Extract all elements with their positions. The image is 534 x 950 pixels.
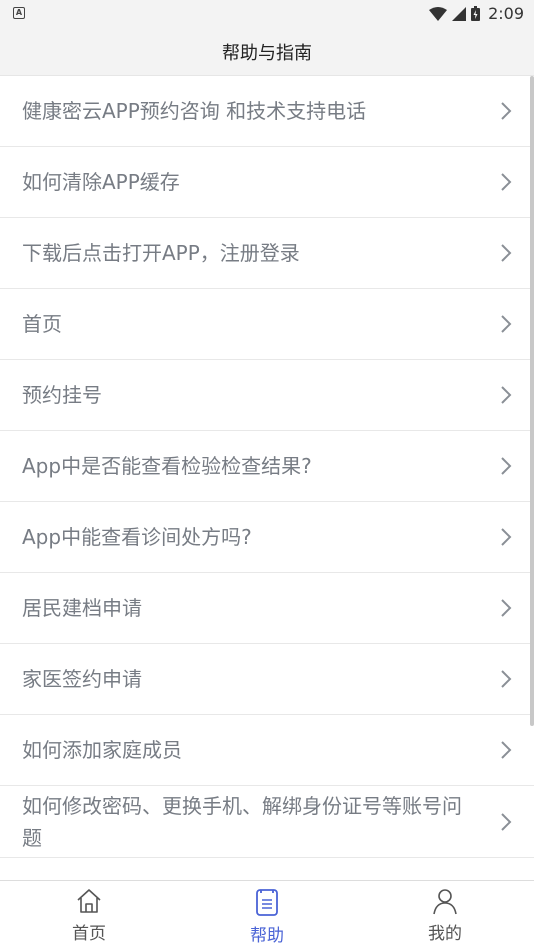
tab-mine[interactable]: 我的 — [356, 881, 534, 950]
chevron-right-icon — [498, 100, 514, 122]
page-title: 帮助与指南 — [222, 42, 312, 64]
chevron-right-icon — [498, 526, 514, 548]
tab-home[interactable]: 首页 — [0, 881, 178, 950]
chevron-right-icon — [498, 597, 514, 619]
chevron-right-icon — [498, 455, 514, 477]
chevron-right-icon — [498, 739, 514, 761]
list-item-label: App中能查看诊间处方吗? — [22, 525, 252, 549]
tab-help[interactable]: 帮助 — [178, 881, 356, 950]
battery-icon — [471, 6, 481, 21]
chevron-right-icon — [498, 384, 514, 406]
list-item-label: 居民建档申请 — [22, 596, 142, 620]
scrollbar[interactable] — [530, 76, 534, 726]
list-item-label: 下载后点击打开APP，注册登录 — [22, 241, 300, 265]
list-item[interactable]: 如何添加家庭成员 — [0, 715, 534, 786]
list-item[interactable]: App中能查看诊间处方吗? — [0, 502, 534, 573]
list-item[interactable]: App中是否能查看检验检查结果? — [0, 431, 534, 502]
list-item-label: 家医签约申请 — [22, 667, 142, 691]
tab-label: 首页 — [72, 924, 106, 944]
list-item[interactable]: 居民建档申请 — [0, 573, 534, 644]
tab-label: 帮助 — [250, 926, 284, 946]
list-item[interactable]: 预约挂号 — [0, 360, 534, 431]
signal-icon — [452, 6, 467, 21]
bottom-tab-bar: 首页 帮助 我的 — [0, 880, 534, 950]
chevron-right-icon — [498, 811, 514, 833]
list-item[interactable]: 家医签约申请 — [0, 644, 534, 715]
user-icon — [433, 889, 457, 915]
list-item-label: 健康密云APP预约咨询 和技术支持电话 — [22, 99, 367, 123]
list-item[interactable]: 健康密云APP预约咨询 和技术支持电话 — [0, 76, 534, 147]
list-item-label: App中是否能查看检验检查结果? — [22, 454, 312, 478]
help-list: 健康密云APP预约咨询 和技术支持电话 如何清除APP缓存 下载后点击打开APP… — [0, 76, 534, 858]
document-icon — [256, 889, 278, 916]
list-item-label: 首页 — [22, 312, 62, 336]
status-icons: 2:09 — [429, 4, 524, 23]
notification-a-icon: A — [13, 7, 25, 19]
clock: 2:09 — [488, 4, 524, 23]
list-item-label: 如何修改密码、更换手机、解绑身份证号等账号问题 — [22, 793, 462, 850]
list-item[interactable]: 下载后点击打开APP，注册登录 — [0, 218, 534, 289]
list-item[interactable]: 如何修改密码、更换手机、解绑身份证号等账号问题 — [0, 786, 534, 858]
list-item[interactable]: 首页 — [0, 289, 534, 360]
chevron-right-icon — [498, 171, 514, 193]
list-item-label: 如何添加家庭成员 — [22, 738, 182, 762]
home-icon — [77, 889, 101, 913]
wifi-icon — [429, 6, 448, 21]
chevron-right-icon — [498, 242, 514, 264]
list-item[interactable]: 如何清除APP缓存 — [0, 147, 534, 218]
tab-label: 我的 — [428, 924, 462, 944]
page-header: 帮助与指南 — [0, 28, 534, 76]
list-item-label: 预约挂号 — [22, 383, 102, 407]
chevron-right-icon — [498, 313, 514, 335]
list-item-label: 如何清除APP缓存 — [22, 170, 180, 194]
status-bar: A 2:09 — [0, 0, 534, 28]
chevron-right-icon — [498, 668, 514, 690]
